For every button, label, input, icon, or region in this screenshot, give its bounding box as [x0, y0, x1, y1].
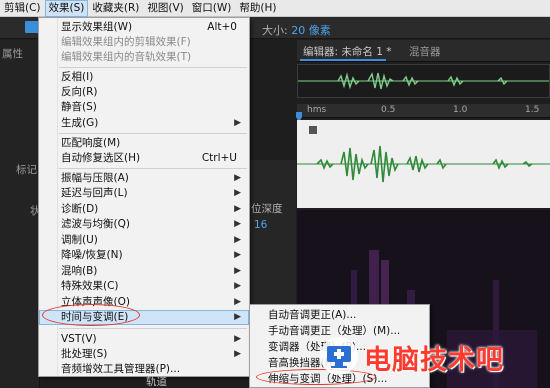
- menu-separator: [59, 67, 247, 68]
- menu-clip[interactable]: 剪辑(C): [0, 0, 45, 17]
- menu-separator: [59, 133, 247, 134]
- menu-item-special[interactable]: 特殊效果(C) ▶: [39, 279, 249, 294]
- overview-waveform[interactable]: [297, 64, 550, 98]
- menu-favorites[interactable]: 收藏夹(R): [88, 0, 143, 17]
- menu-item-vst[interactable]: VST(V) ▶: [39, 332, 249, 347]
- waveform-display[interactable]: [297, 120, 550, 208]
- menu-item-plugin-manager[interactable]: 音频增效工具管理器(P)...: [39, 362, 249, 377]
- submenu-arrow-icon: ▶: [234, 235, 241, 245]
- menu-item-reverb[interactable]: 混响(B) ▶: [39, 264, 249, 279]
- time-ruler[interactable]: hms 0.5 1.0 1.5: [297, 104, 550, 118]
- menu-item-filter-eq[interactable]: 滤波与均衡(Q) ▶: [39, 217, 249, 232]
- menu-item-auto-heal[interactable]: 自动修复选区(H) Ctrl+U: [39, 151, 249, 166]
- menu-item-match-loudness[interactable]: 匹配响度(M): [39, 136, 249, 151]
- menu-help[interactable]: 帮助(H): [235, 0, 280, 17]
- submenu-arrow-icon: ▶: [234, 219, 241, 229]
- left-panel: 属性 标记 状: [0, 40, 41, 388]
- tool-mode-icon[interactable]: [25, 21, 39, 33]
- submenu-arrow-icon: ▶: [234, 250, 241, 260]
- menu-item-reverse[interactable]: 反向(R): [39, 85, 249, 100]
- ruler-tick-label: hms: [307, 105, 327, 115]
- menu-item-modulation[interactable]: 调制(U) ▶: [39, 233, 249, 248]
- submenu-arrow-icon: ▶: [234, 204, 241, 214]
- submenu-arrow-icon: ▶: [234, 188, 241, 198]
- submenu-arrow-icon: ▶: [234, 266, 241, 276]
- watermark-text: 电脑技术吧: [364, 345, 504, 376]
- menu-effects[interactable]: 效果(S): [44, 0, 89, 17]
- menu-separator: [59, 328, 247, 329]
- menu-item-batch[interactable]: 批处理(S) ▶: [39, 347, 249, 362]
- submenu-arrow-icon: ▶: [234, 312, 241, 322]
- menu-item-invert[interactable]: 反相(I): [39, 70, 249, 85]
- menu-item-show-effects-rack[interactable]: 显示效果组(W) Alt+0: [39, 20, 249, 35]
- size-value: 20 像素: [291, 24, 331, 37]
- ruler-tick-label: 0.5: [381, 105, 396, 115]
- menu-item-stereo-imagery[interactable]: 立体声声像(O) ▶: [39, 295, 249, 310]
- overview-waveform-graphic: [298, 72, 549, 90]
- bit-depth-value: 16: [254, 219, 268, 231]
- menu-item-delay-echo[interactable]: 延迟与回声(L) ▶: [39, 186, 249, 201]
- submenu-arrow-icon: ▶: [234, 297, 241, 307]
- submenu-arrow-icon: ▶: [234, 118, 241, 128]
- markers-panel-label[interactable]: 标记: [16, 162, 37, 177]
- menu-item-noise-reduction[interactable]: 降噪/恢复(N) ▶: [39, 248, 249, 263]
- brush-size-readout: 大小: 20 像素: [262, 22, 331, 38]
- properties-panel-label: 属性: [2, 48, 23, 60]
- tab-editor[interactable]: 编辑器: 未命名 1 *: [303, 44, 391, 59]
- size-label: 大小:: [262, 24, 288, 37]
- menu-window[interactable]: 窗口(W): [188, 0, 236, 17]
- menu-item-time-pitch[interactable]: 时间与变调(E) ▶: [39, 310, 249, 325]
- menu-view[interactable]: 视图(V): [143, 0, 187, 17]
- waveform-graphic: [297, 126, 550, 183]
- ruler-tick-label: 1.5: [525, 105, 540, 115]
- submenu-arrow-icon: ▶: [234, 173, 241, 183]
- bit-depth-label: 位深度: [251, 203, 283, 215]
- submenu-arrow-icon: ▶: [234, 349, 241, 359]
- menu-bar: 剪辑(C) 效果(S) 收藏夹(R) 视图(V) 窗口(W) 帮助(H): [0, 0, 550, 17]
- submenu-arrow-icon: ▶: [234, 334, 241, 344]
- menu-item-generate[interactable]: 生成(G) ▶: [39, 116, 249, 131]
- menu-item-silence[interactable]: 静音(S): [39, 100, 249, 115]
- active-tab-indicator: [300, 59, 386, 61]
- menu-item-edit-track-effects: 编辑效果组内的音轨效果(T): [61, 51, 192, 63]
- submenu-item-auto-pitch-correction[interactable]: 自动音调更正(A)...: [250, 308, 429, 323]
- menu-item-edit-clip-effects: 编辑效果组内的剪辑效果(F): [61, 36, 191, 48]
- tracks-label: 轨道: [146, 376, 167, 388]
- tab-mixer[interactable]: 混音器: [409, 44, 441, 59]
- watermark-logo-icon: [320, 337, 358, 375]
- menu-item-diagnostics[interactable]: 诊断(D) ▶: [39, 202, 249, 217]
- menu-separator: [59, 168, 247, 169]
- ruler-tick-label: 1.0: [453, 105, 468, 115]
- effects-menu: 显示效果组(W) Alt+0 编辑效果组内的剪辑效果(F) 编辑效果组内的音轨效果…: [38, 17, 250, 377]
- menu-item-amplitude[interactable]: 振幅与压限(A) ▶: [39, 171, 249, 186]
- submenu-arrow-icon: ▶: [234, 281, 241, 291]
- clip-handle-icon: [309, 126, 317, 134]
